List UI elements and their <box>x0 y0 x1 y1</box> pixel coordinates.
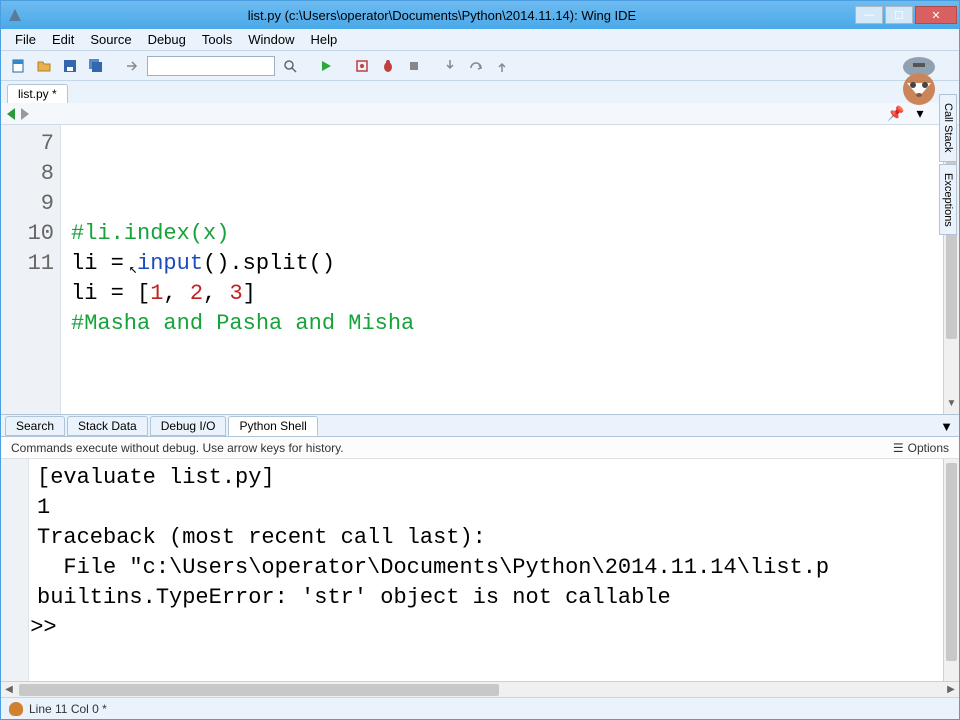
tab-debug-io[interactable]: Debug I/O <box>150 416 227 436</box>
scroll-right-icon[interactable]: ▶ <box>943 682 959 698</box>
goto-button[interactable] <box>121 55 143 77</box>
save-all-button[interactable] <box>85 55 107 77</box>
side-tab-exceptions[interactable]: Exceptions <box>939 164 957 236</box>
bug-icon <box>9 702 23 716</box>
shell-scrollbar[interactable] <box>943 459 959 681</box>
shell-options-icon[interactable]: ☰ <box>893 441 904 455</box>
main-window: list.py (c:\Users\operator\Documents\Pyt… <box>0 0 960 720</box>
menu-debug[interactable]: Debug <box>140 30 194 49</box>
shell-gutter <box>1 459 29 681</box>
scroll-left-icon[interactable]: ◀ <box>1 682 17 698</box>
line-gutter: 7 8 9 10 11 <box>1 125 61 414</box>
open-file-button[interactable] <box>33 55 55 77</box>
step-out-button[interactable] <box>491 55 513 77</box>
tab-stack-data[interactable]: Stack Data <box>67 416 148 436</box>
menu-edit[interactable]: Edit <box>44 30 82 49</box>
step-into-button[interactable] <box>439 55 461 77</box>
shell-options-link[interactable]: Options <box>908 441 949 455</box>
shell-output[interactable]: [evaluate list.py]1Traceback (most recen… <box>29 459 959 681</box>
window-title: list.py (c:\Users\operator\Documents\Pyt… <box>29 8 855 23</box>
file-tab-bar: list.py * <box>1 81 959 103</box>
stop-button[interactable] <box>403 55 425 77</box>
cursor-position: Line 11 Col 0 * <box>29 702 107 716</box>
titlebar: list.py (c:\Users\operator\Documents\Pyt… <box>1 1 959 29</box>
panel-tab-bar: Search Stack Data Debug I/O Python Shell… <box>1 415 959 437</box>
tab-python-shell[interactable]: Python Shell <box>228 416 317 436</box>
toolbar <box>1 51 959 81</box>
menubar: File Edit Source Debug Tools Window Help <box>1 29 959 51</box>
scroll-down-icon[interactable]: ▼ <box>944 398 959 414</box>
file-tab[interactable]: list.py * <box>7 84 68 103</box>
panel-menu-button[interactable]: ▼ <box>940 419 953 434</box>
shell-h-scrollbar[interactable]: ◀ ▶ <box>1 681 959 697</box>
menu-window[interactable]: Window <box>240 30 302 49</box>
step-over-button[interactable] <box>465 55 487 77</box>
line-number: 8 <box>1 159 54 189</box>
menu-tools[interactable]: Tools <box>194 30 240 49</box>
line-number: 11 <box>1 249 54 279</box>
side-tab-call-stack[interactable]: Call Stack <box>939 94 957 162</box>
app-icon <box>7 7 23 23</box>
minimize-button[interactable]: — <box>855 6 883 24</box>
editor: 7 8 9 10 11 ↖ #li.index(x)li = input().s… <box>1 125 959 415</box>
debug-bug-button[interactable] <box>377 55 399 77</box>
scrollbar-thumb[interactable] <box>19 684 499 696</box>
menu-source[interactable]: Source <box>82 30 139 49</box>
toolbar-search-input[interactable] <box>147 56 275 76</box>
search-button[interactable] <box>279 55 301 77</box>
close-window-button[interactable]: ✕ <box>915 6 957 24</box>
mouse-cursor-icon: ↖ <box>129 255 141 273</box>
run-button[interactable] <box>315 55 337 77</box>
menu-help[interactable]: Help <box>302 30 345 49</box>
line-number: 10 <box>1 219 54 249</box>
python-shell: [evaluate list.py]1Traceback (most recen… <box>1 459 959 681</box>
maximize-button[interactable]: ☐ <box>885 6 913 24</box>
save-button[interactable] <box>59 55 81 77</box>
shell-info-text: Commands execute without debug. Use arro… <box>11 441 344 455</box>
nav-forward-button[interactable] <box>21 108 29 120</box>
line-number: 9 <box>1 189 54 219</box>
side-tabs: Call Stack Exceptions <box>939 94 959 237</box>
scrollbar-thumb[interactable] <box>946 463 957 661</box>
shell-info-bar: Commands execute without debug. Use arro… <box>1 437 959 459</box>
tab-search[interactable]: Search <box>5 416 65 436</box>
line-number: 7 <box>1 129 54 159</box>
editor-nav-row: 📌 ▾ ✖ <box>1 103 959 125</box>
debug-button[interactable] <box>351 55 373 77</box>
new-file-button[interactable] <box>7 55 29 77</box>
nav-back-button[interactable] <box>7 108 15 120</box>
code-area[interactable]: ↖ #li.index(x)li = input().split()li = [… <box>61 125 959 414</box>
menu-file[interactable]: File <box>7 30 44 49</box>
statusbar: Line 11 Col 0 * <box>1 697 959 719</box>
